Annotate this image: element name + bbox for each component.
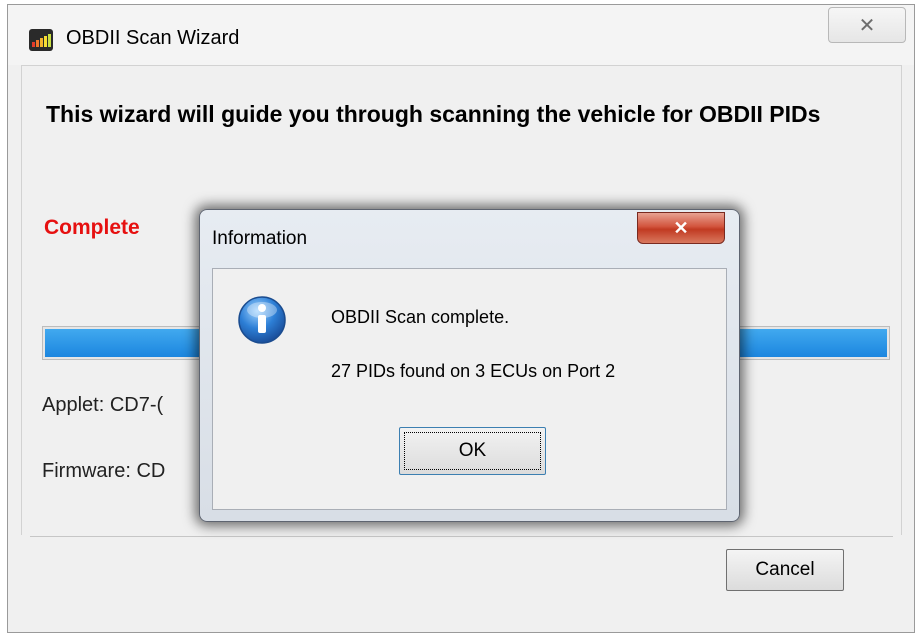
app-icon — [29, 29, 53, 51]
ok-button[interactable]: OK — [399, 427, 546, 475]
close-icon: ✕ — [673, 217, 689, 238]
dialog-close-button[interactable]: ✕ — [637, 212, 725, 244]
information-icon — [237, 295, 287, 345]
separator — [30, 536, 893, 537]
information-dialog: Information ✕ OBDII Scan complete. 27 PI — [199, 209, 740, 522]
window-close-button[interactable]: ✕ — [828, 7, 906, 43]
ok-button-label: OK — [458, 440, 487, 461]
dialog-message-line2: 27 PIDs found on 3 ECUs on Port 2 — [331, 361, 616, 381]
wizard-headline: This wizard will guide you through scann… — [46, 101, 821, 127]
cancel-button[interactable]: Cancel — [726, 549, 844, 591]
firmware-label: Firmware: CD — [42, 460, 166, 482]
window-title: OBDII Scan Wizard — [66, 27, 240, 49]
main-titlebar: OBDII Scan Wizard ✕ — [8, 5, 914, 65]
close-icon: ✕ — [858, 14, 876, 37]
applet-label: Applet: CD7-( — [42, 394, 164, 416]
status-label: Complete — [44, 216, 140, 239]
dialog-body: OBDII Scan complete. 27 PIDs found on 3 … — [212, 268, 727, 510]
dialog-message-line1: OBDII Scan complete. — [331, 307, 510, 327]
dialog-title: Information — [212, 228, 308, 249]
